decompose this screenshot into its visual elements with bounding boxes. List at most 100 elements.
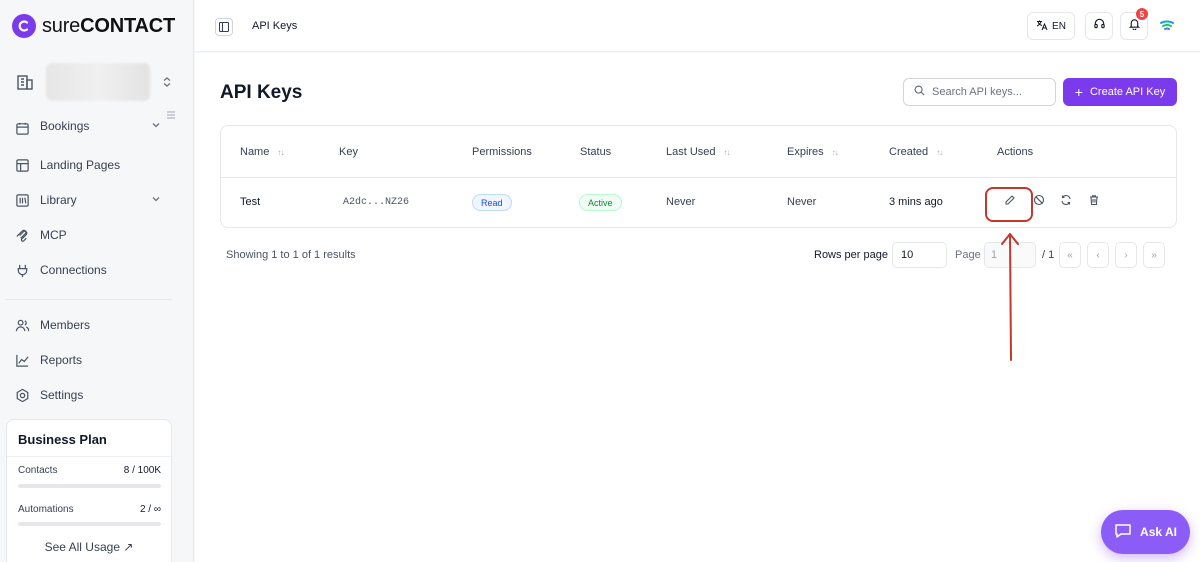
sidebar-item-reports[interactable]: Reports — [12, 346, 172, 374]
cell-name: Test — [240, 196, 261, 208]
revoke-button[interactable] — [1032, 193, 1046, 211]
library-icon — [14, 192, 30, 208]
translate-icon — [1036, 19, 1048, 34]
sidebar-item-label: Settings — [40, 388, 84, 402]
chevron-down-icon — [150, 193, 162, 205]
create-api-key-button[interactable]: + Create API Key — [1063, 78, 1177, 106]
status-badge: Active — [579, 194, 622, 211]
sort-icon: ↑↓ — [936, 147, 943, 157]
workspace-switcher[interactable] — [12, 62, 182, 102]
previous-page-button[interactable]: ‹ — [1087, 242, 1109, 268]
logo-text-bold: CONTACT — [80, 14, 175, 37]
sort-icon: ↑↓ — [277, 147, 284, 157]
sort-icon: ↑↓ — [831, 147, 839, 157]
sidebar-item-label: Members — [40, 318, 91, 332]
sidebar-divider — [6, 299, 172, 300]
highlight-box-annotation — [985, 187, 1033, 222]
plug-icon — [14, 262, 30, 278]
sidebar-item-mcp[interactable]: MCP — [12, 221, 172, 249]
contacts-usage-row: Contacts 8 / 100K — [18, 465, 161, 476]
surecontact-logo-icon — [12, 14, 36, 38]
column-label: Last Used — [666, 146, 716, 158]
permission-badge: Read — [472, 194, 512, 211]
sidebar-item-settings[interactable]: Settings — [12, 381, 172, 409]
notification-count-badge: 5 — [1136, 8, 1148, 20]
column-label: Created — [889, 146, 929, 158]
sidebar-item-label: Library — [40, 193, 77, 207]
regenerate-button[interactable] — [1059, 195, 1073, 209]
column-header-created[interactable]: Created ↑↓ — [889, 146, 943, 158]
workspace-name-blurred — [46, 63, 150, 101]
column-header-key: Key — [339, 146, 358, 158]
column-label: Permissions — [472, 146, 532, 158]
see-all-usage-link[interactable]: See All Usage ↗ — [7, 540, 171, 554]
brand-mark-icon[interactable] — [1157, 16, 1177, 36]
sidebar-item-landing-pages[interactable]: Landing Pages — [12, 151, 172, 179]
bell-icon — [1128, 17, 1141, 35]
logo[interactable]: sureCONTACT — [12, 14, 175, 38]
contacts-value: 8 / 100K — [123, 465, 161, 476]
column-header-permissions: Permissions — [472, 146, 532, 158]
ask-ai-label: Ask AI — [1140, 525, 1177, 539]
delete-button[interactable] — [1087, 195, 1101, 209]
sidebar-toggle-button[interactable] — [215, 18, 233, 36]
refresh-icon — [1060, 193, 1072, 211]
sidebar-item-bookings[interactable]: Bookings — [12, 116, 172, 140]
plan-usage-card: Business Plan Contacts 8 / 100K Automati… — [6, 419, 172, 562]
chat-bubble-icon — [1114, 523, 1132, 542]
automations-label: Automations — [18, 504, 74, 515]
sidebar-item-library[interactable]: Library — [12, 186, 172, 214]
sidebar-item-label: Reports — [40, 353, 83, 367]
next-page-button[interactable]: › — [1115, 242, 1137, 268]
topbar-title: API Keys — [252, 20, 298, 32]
column-label: Status — [580, 146, 612, 158]
headset-icon — [1093, 17, 1106, 35]
notifications-button[interactable]: 5 — [1120, 8, 1148, 40]
ask-ai-button[interactable]: Ask AI — [1101, 510, 1190, 554]
ban-icon — [1033, 193, 1045, 211]
building-icon — [12, 69, 38, 95]
column-header-last-used[interactable]: Last Used ↑↓ — [666, 146, 731, 158]
search-input[interactable] — [932, 86, 1047, 98]
layout-icon — [14, 157, 30, 173]
create-api-key-label: Create API Key — [1089, 86, 1166, 98]
column-header-actions: Actions — [997, 146, 1033, 158]
plan-separator — [7, 456, 171, 457]
main-content: API Keys + Create API Key Name ↑↓ Key Per… — [195, 53, 1200, 562]
plus-icon: + — [1074, 83, 1083, 100]
column-header-name[interactable]: Name ↑↓ — [240, 146, 284, 158]
rows-per-page-label: Rows per page — [814, 249, 888, 261]
logo-text-thin: sure — [42, 14, 81, 37]
last-page-button[interactable]: » — [1143, 242, 1165, 268]
logo-text: sureCONTACT — [42, 15, 175, 38]
first-page-button[interactable]: « — [1059, 242, 1081, 268]
search-icon — [914, 83, 925, 101]
gear-icon — [14, 387, 30, 403]
results-summary: Showing 1 to 1 of 1 results — [226, 249, 356, 261]
search-box[interactable] — [903, 78, 1056, 106]
sidebar-item-label: Landing Pages — [40, 158, 121, 172]
table-header: Name ↑↓ Key Permissions Status Last Used ↑… — [221, 126, 1176, 178]
cell-key: A2dc...NZ26 — [343, 197, 410, 208]
sidebar-item-label: MCP — [40, 228, 67, 242]
app-root: sureCONTACT Bookings Landing Pages Libra… — [0, 0, 1200, 562]
plan-title: Business Plan — [18, 432, 107, 447]
contacts-usage-bar — [18, 484, 161, 488]
column-label: Expires — [787, 146, 824, 158]
sidebar-item-members[interactable]: Members — [12, 311, 172, 339]
automations-usage-row: Automations 2 / ∞ — [18, 504, 161, 515]
topbar: API Keys EN 5 — [195, 0, 1200, 52]
automations-value: 2 / ∞ — [139, 504, 161, 515]
automations-usage-bar — [18, 522, 161, 526]
language-switcher[interactable]: EN — [1027, 12, 1075, 40]
column-header-expires[interactable]: Expires ↑↓ — [787, 146, 839, 158]
users-icon — [14, 317, 30, 333]
calendar-icon — [14, 120, 30, 136]
cell-created: 3 mins ago — [889, 196, 943, 208]
support-button[interactable] — [1085, 12, 1113, 40]
sidebar-item-label: Bookings — [40, 119, 90, 133]
sidebar-item-connections[interactable]: Connections — [12, 256, 172, 284]
sidebar-item-label: Connections — [40, 263, 107, 277]
rows-per-page-input[interactable]: 10 — [892, 242, 947, 268]
arrow-up-annotation-icon — [1001, 233, 1019, 361]
